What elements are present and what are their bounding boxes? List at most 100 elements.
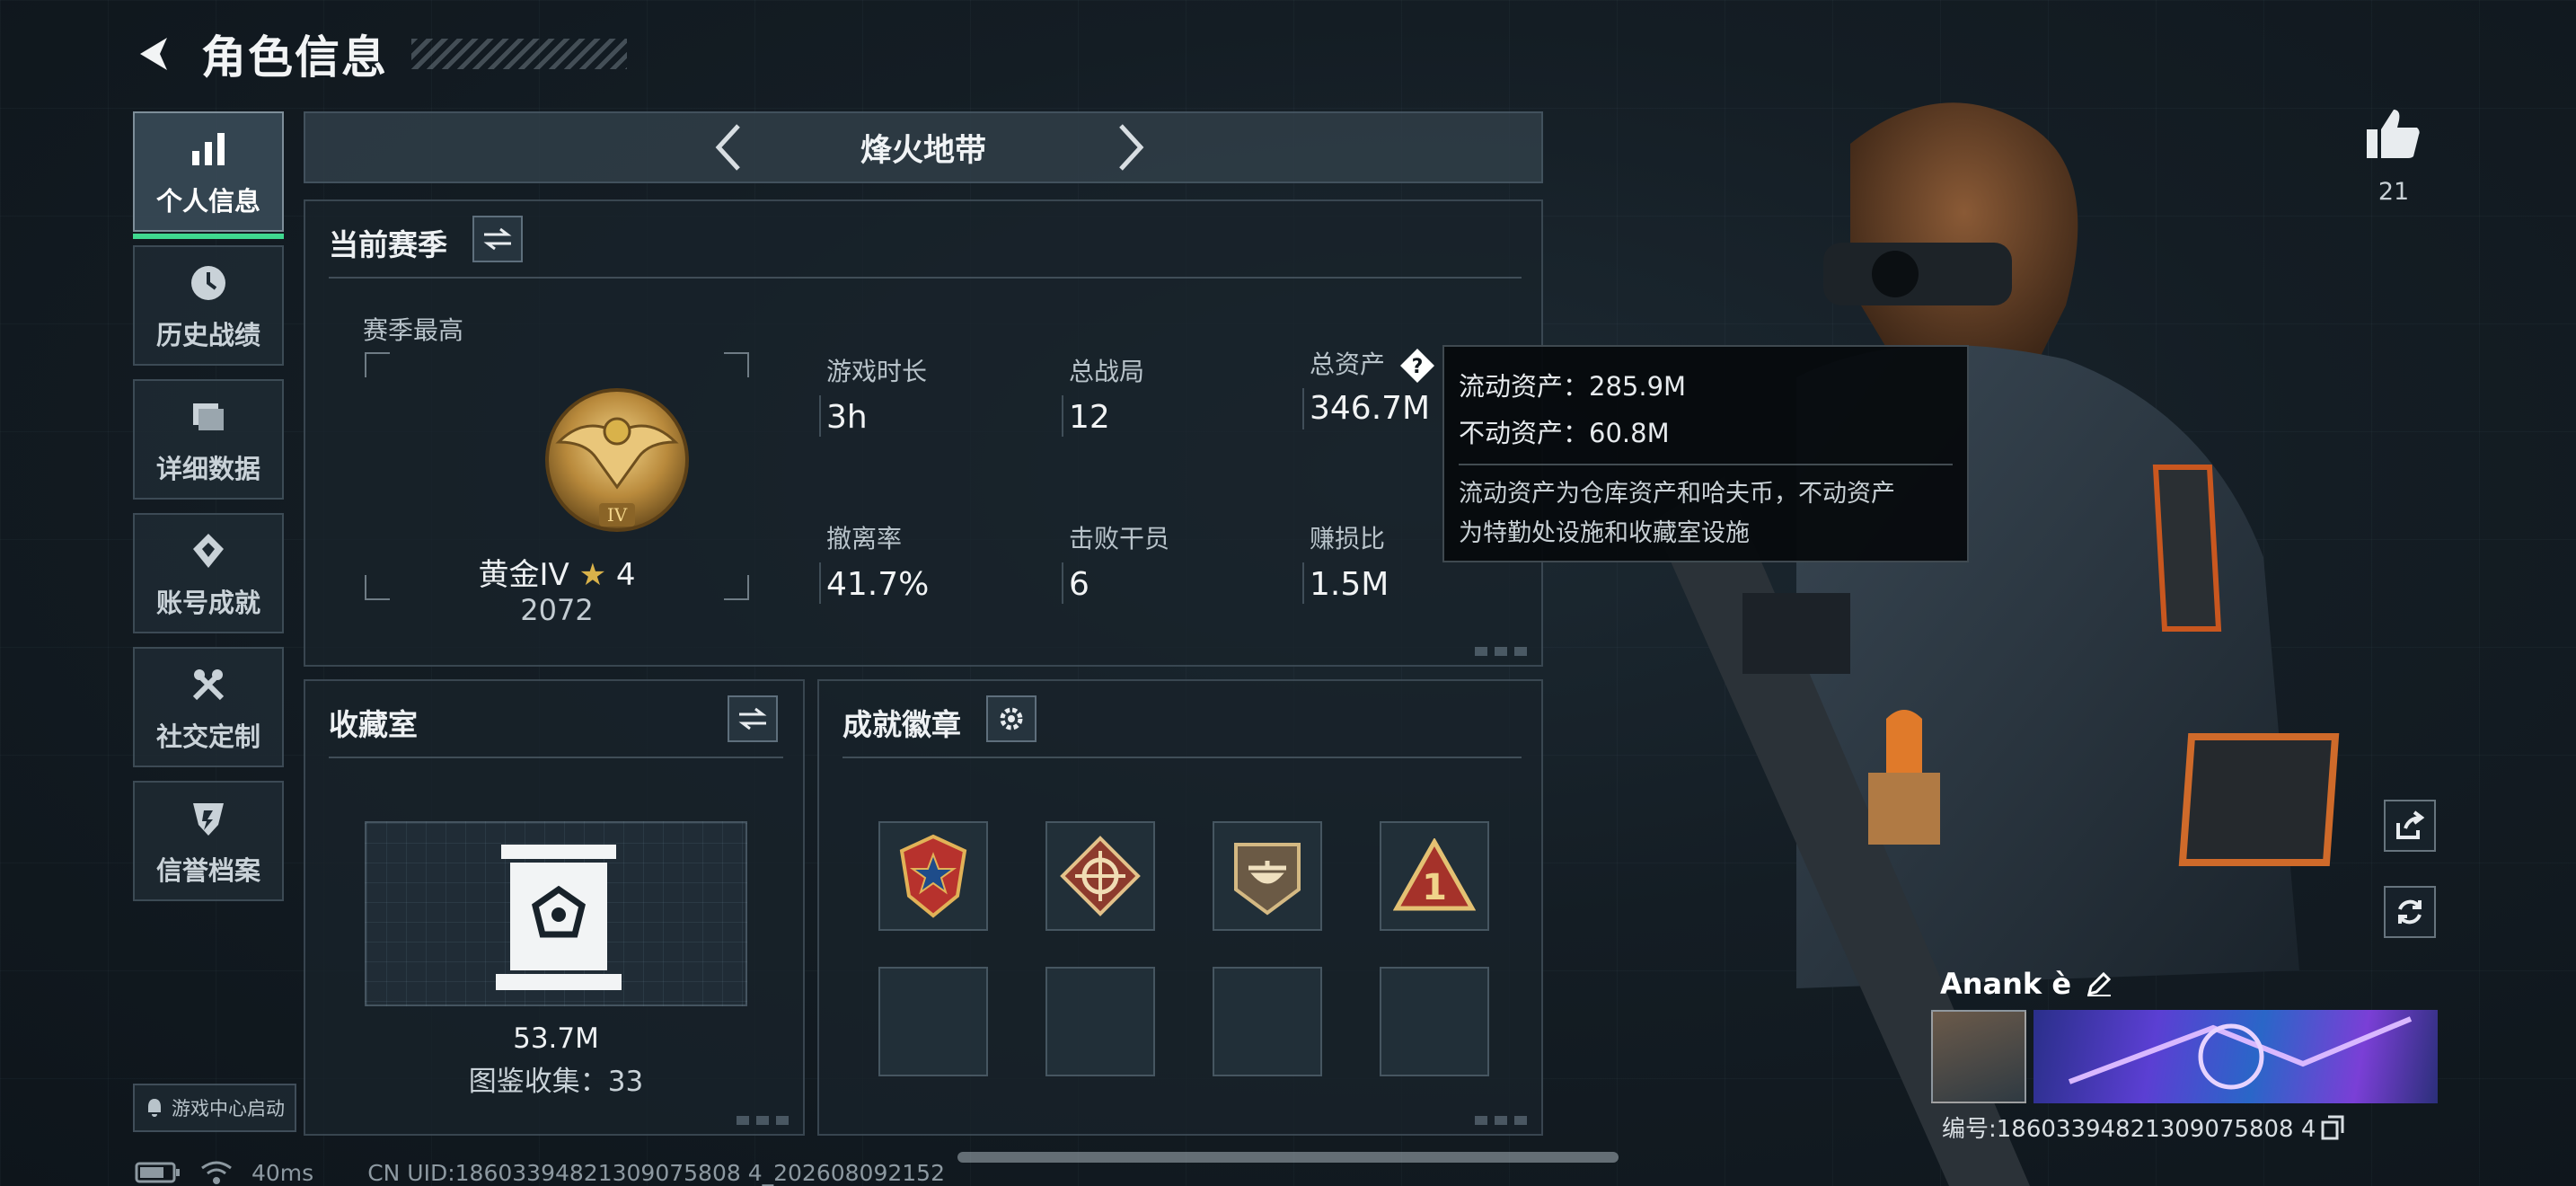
nav-item-social[interactable]: 社交定制 <box>133 647 284 767</box>
player-id-text: 编号:18603394821309075808 4 <box>1942 1116 2316 1143</box>
tooltip-note-line2: 为特勤处设施和收藏室设施 <box>1459 519 1750 547</box>
gear-icon <box>1000 707 1023 730</box>
achievements-title: 成就徽章 <box>842 707 961 742</box>
vault-icon <box>496 845 622 990</box>
divider <box>329 757 783 758</box>
stat-playtime: 游戏时长 3h <box>819 352 1042 437</box>
wifi-icon <box>201 1161 232 1184</box>
chevron-left-icon <box>715 124 740 171</box>
svg-text:?: ? <box>1412 356 1424 378</box>
player-name: Anank è <box>1940 967 2113 1001</box>
collection-title: 收藏室 <box>329 707 418 742</box>
like-box[interactable]: 21 <box>2353 106 2434 206</box>
home-indicator[interactable] <box>957 1152 1619 1163</box>
nav-label: 详细数据 <box>155 454 260 484</box>
achievement-badge[interactable] <box>878 821 988 931</box>
svg-text:1: 1 <box>1422 867 1447 908</box>
stat-label: 总战局 <box>1069 357 1145 386</box>
swap-icon <box>483 227 512 251</box>
collection-panel[interactable]: 收藏室 53.7M 图鉴收集：33 <box>304 679 805 1136</box>
nav-item-achievements[interactable]: 账号成就 <box>133 513 284 633</box>
tooltip-note-line1: 流动资产为仓库资产和哈夫币，不动资产 <box>1459 480 1895 508</box>
player-banner <box>2033 1010 2438 1103</box>
achievement-slot-empty[interactable] <box>1380 967 1489 1076</box>
rank-stars: 4 <box>615 557 636 593</box>
stat-label-text: 总资产 <box>1310 350 1386 379</box>
achievement-badge[interactable] <box>1045 821 1155 931</box>
history-icon <box>184 259 233 307</box>
fixed-assets: 不动资产：60.8M <box>1459 418 1670 448</box>
season-switch-button[interactable] <box>472 216 523 262</box>
uid-text: CN UID:18603394821309075808 4_2026080921… <box>367 1159 945 1186</box>
corner-decoration <box>1475 647 1529 656</box>
mode-selector: 烽火地带 <box>304 111 1543 183</box>
nav-label: 个人信息 <box>155 186 260 217</box>
share-icon <box>2396 810 2425 839</box>
header: 角色信息 <box>126 22 627 86</box>
achievement-badge[interactable] <box>1213 821 1322 931</box>
nav-item-history[interactable]: 历史战绩 <box>133 245 284 366</box>
season-best-label: 赛季最高 <box>363 315 464 345</box>
stat-label: 击败干员 <box>1069 524 1170 553</box>
assets-tooltip: 流动资产：285.9M 不动资产：60.8M 流动资产为仓库资产和哈夫币，不动资… <box>1442 345 1969 562</box>
collection-preview <box>365 821 747 1006</box>
page-title: 角色信息 <box>201 31 388 84</box>
season-panel: 当前赛季 赛季最高 IV 黄金IV ★ 4 2072 游戏时长 3h 总战局 1… <box>304 199 1543 667</box>
status-bar: 40ms CN UID:18603394821309075808 4_20260… <box>135 1159 945 1186</box>
mode-next-button[interactable] <box>1105 120 1159 174</box>
stat-value: 6 <box>1069 566 1090 603</box>
nav-item-reputation[interactable]: 信誉档案 <box>133 781 284 901</box>
collection-switch-button[interactable] <box>728 695 778 742</box>
mode-prev-button[interactable] <box>701 120 754 174</box>
stat-value: 3h <box>826 399 868 436</box>
refresh-icon <box>2398 899 2422 925</box>
rank-name-text: 黄金IV <box>478 557 569 593</box>
help-icon[interactable]: ? <box>1398 347 1436 385</box>
stat-extraction-rate: 撤离率 41.7% <box>819 519 1042 604</box>
collection-count: 图鉴收集：33 <box>468 1066 644 1098</box>
achievement-badge[interactable]: 1 <box>1380 821 1489 931</box>
share-button[interactable] <box>2384 800 2436 852</box>
refresh-button[interactable] <box>2384 886 2436 938</box>
achievement-slot-empty[interactable] <box>1213 967 1322 1076</box>
achievement-slot-empty[interactable] <box>1045 967 1155 1076</box>
stat-value: 41.7% <box>826 566 930 603</box>
sidebar-nav: 个人信息 历史战绩 详细数据 账号成就 社交定制 信誉档案 <box>133 111 284 915</box>
thumbs-up-icon <box>2367 110 2420 158</box>
liquid-assets: 流动资产：285.9M <box>1459 371 1687 402</box>
back-button[interactable] <box>126 25 183 83</box>
nav-item-detailed-data[interactable]: 详细数据 <box>133 379 284 500</box>
star-shield-badge-icon <box>899 834 967 918</box>
edit-icon[interactable] <box>2086 970 2113 997</box>
nav-item-personal-info[interactable]: 个人信息 <box>133 111 284 239</box>
achievements-settings-button[interactable] <box>986 695 1037 742</box>
chevron-right-icon <box>1119 124 1144 171</box>
player-name-text: Anank è <box>1940 967 2072 1001</box>
season-title: 当前赛季 <box>329 227 447 262</box>
copy-icon[interactable] <box>2321 1115 2344 1140</box>
nav-label: 账号成就 <box>155 588 260 618</box>
stat-label: 游戏时长 <box>826 357 928 386</box>
stat-value: 12 <box>1069 399 1110 436</box>
helicopter-badge-icon <box>1234 843 1301 916</box>
corner-decoration <box>1475 1116 1529 1125</box>
like-count: 21 <box>2378 178 2410 206</box>
avatar[interactable] <box>1931 1010 2026 1103</box>
rank-name: 黄金IV ★ 4 <box>305 550 808 594</box>
stat-operators-defeated: 击败干员 6 <box>1062 519 1284 604</box>
bell-icon <box>148 1099 161 1117</box>
ping-value: 40ms <box>251 1159 314 1186</box>
tooltip-divider <box>1459 464 1953 465</box>
player-card[interactable] <box>1931 1010 2438 1103</box>
tools-icon <box>184 660 233 709</box>
folder-icon <box>184 393 233 441</box>
stat-total-matches: 总战局 12 <box>1062 352 1284 437</box>
achievement-slot-empty[interactable] <box>878 967 988 1076</box>
launch-label: 游戏中心启动 <box>172 1098 285 1120</box>
nav-label: 信誉档案 <box>155 855 260 886</box>
mode-name: 烽火地带 <box>860 132 986 169</box>
game-center-launch-button[interactable]: 游戏中心启动 <box>133 1084 296 1132</box>
number-one-badge-icon: 1 <box>1393 838 1476 911</box>
star-icon: ★ <box>578 557 607 593</box>
battery-icon <box>135 1162 180 1183</box>
